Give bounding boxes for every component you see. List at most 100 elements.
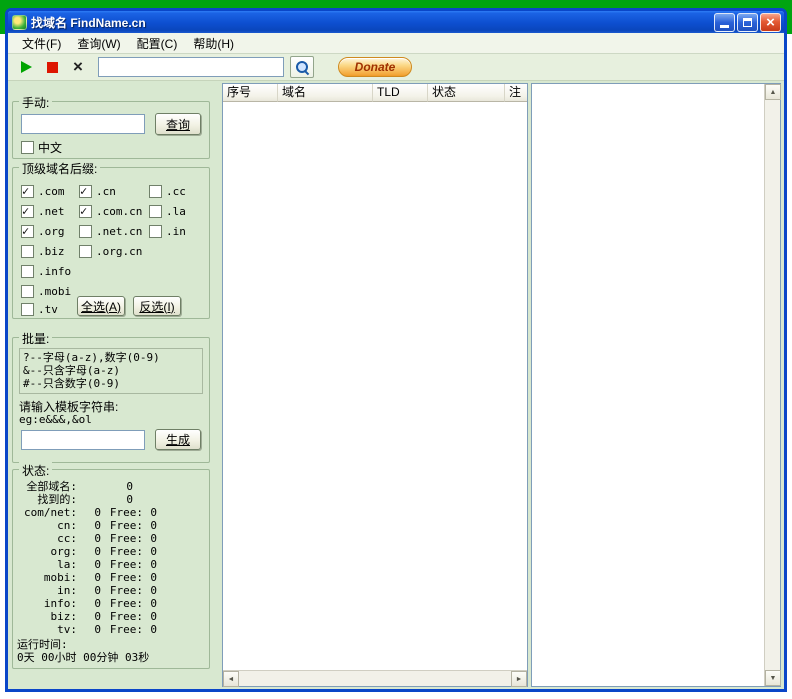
scroll-left-button[interactable]: ◄ — [223, 671, 239, 687]
column-header-domain[interactable]: 域名 — [278, 84, 373, 102]
scroll-down-button[interactable]: ▼ — [765, 670, 781, 686]
tld-checkbox[interactable] — [21, 225, 34, 238]
window-title: 找域名 FindName.cn — [31, 14, 714, 31]
chinese-checkbox-item[interactable]: 中文 — [21, 140, 62, 154]
status-row: cc:0Free:0 — [17, 532, 205, 545]
tld-label: .net.cn — [96, 225, 142, 238]
column-header-register[interactable]: 注 — [505, 84, 527, 102]
status-row: 找到的:0 — [17, 493, 205, 506]
search-button[interactable] — [290, 56, 314, 78]
tld-item[interactable]: .net.cn — [79, 224, 142, 238]
manual-group: 手动: 查询 中文 — [12, 101, 210, 159]
minimize-button[interactable] — [714, 13, 735, 32]
status-row: org:0Free:0 — [17, 545, 205, 558]
tld-label: .la — [166, 205, 186, 218]
tld-item[interactable]: .net — [21, 204, 65, 218]
tld-checkbox[interactable] — [21, 285, 34, 298]
tld-item[interactable]: .org.cn — [79, 244, 142, 258]
tld-item[interactable]: .cc — [149, 184, 186, 198]
tld-label: .org — [38, 225, 65, 238]
column-header-index[interactable]: 序号 — [223, 84, 278, 102]
play-icon — [21, 61, 32, 73]
invert-selection-button[interactable]: 反选(I) — [133, 296, 181, 316]
menu-config[interactable]: 配置(C) — [129, 33, 186, 54]
tld-item[interactable]: .biz — [21, 244, 65, 258]
status-row: info:0Free:0 — [17, 597, 205, 610]
column-header-status[interactable]: 状态 — [428, 84, 505, 102]
tld-item[interactable]: .cn — [79, 184, 116, 198]
tld-checkbox[interactable] — [79, 225, 92, 238]
tld-checkbox[interactable] — [21, 245, 34, 258]
column-header-tld[interactable]: TLD — [373, 84, 428, 102]
horizontal-scroll-track[interactable] — [239, 671, 511, 686]
batch-template-input[interactable] — [21, 430, 145, 450]
magnifier-icon — [296, 61, 309, 74]
clear-icon: × — [73, 59, 83, 75]
tld-checkbox[interactable] — [79, 185, 92, 198]
status-row: cn:0Free:0 — [17, 519, 205, 532]
status-row: biz:0Free:0 — [17, 610, 205, 623]
menu-help[interactable]: 帮助(H) — [185, 33, 242, 54]
tld-item[interactable]: .com.cn — [79, 204, 142, 218]
start-button[interactable] — [16, 57, 36, 77]
tld-item[interactable]: .tv — [21, 302, 58, 316]
tld-item[interactable]: .mobi — [21, 284, 71, 298]
status-row: mobi:0Free:0 — [17, 571, 205, 584]
tld-checkbox[interactable] — [21, 265, 34, 278]
manual-domain-input[interactable] — [21, 114, 145, 134]
batch-group: 批量: ?--字母(a-z),数字(0-9) &--只含字母(a-z) #--只… — [12, 337, 210, 463]
close-button[interactable]: × — [760, 13, 781, 32]
tld-label: .mobi — [38, 285, 71, 298]
tld-checkbox[interactable] — [79, 245, 92, 258]
tld-item[interactable]: .in — [149, 224, 186, 238]
runtime-label: 运行时间: — [17, 638, 205, 651]
tld-checkbox[interactable] — [21, 303, 34, 316]
tld-checkbox[interactable] — [21, 205, 34, 218]
vertical-scroll-track[interactable] — [765, 100, 780, 670]
titlebar[interactable]: 找域名 FindName.cn × — [8, 11, 784, 33]
menu-file[interactable]: 文件(F) — [14, 33, 69, 54]
arrow-right-icon: ► — [516, 676, 523, 683]
clear-button[interactable]: × — [68, 57, 88, 77]
tld-item[interactable]: .la — [149, 204, 186, 218]
donate-button[interactable]: Donate — [338, 57, 412, 77]
select-all-button[interactable]: 全选(A) — [77, 296, 125, 316]
batch-help-line: #--只含数字(0-9) — [23, 377, 199, 390]
tld-label: .in — [166, 225, 186, 238]
menu-bar: 文件(F) 查询(W) 配置(C) 帮助(H) — [8, 33, 784, 54]
batch-help-line: &--只含字母(a-z) — [23, 364, 199, 377]
tld-checkbox[interactable] — [149, 225, 162, 238]
maximize-button[interactable] — [737, 13, 758, 32]
tld-checkbox[interactable] — [79, 205, 92, 218]
main-content: 手动: 查询 中文 顶级域名后缀: .com .cn .cc .net — [8, 81, 784, 689]
tld-item[interactable]: .com — [21, 184, 65, 198]
table-body — [223, 102, 527, 670]
manual-query-button[interactable]: 查询 — [155, 113, 201, 135]
app-window: 找域名 FindName.cn × 文件(F) 查询(W) 配置(C) 帮助(H… — [5, 8, 787, 692]
minimize-icon — [720, 25, 729, 28]
tld-group: 顶级域名后缀: .com .cn .cc .net .com.cn .la — [12, 167, 210, 319]
status-row: tv:0Free:0 — [17, 623, 205, 636]
tld-label: .tv — [38, 303, 58, 316]
status-group: 状态: 全部域名:0 找到的:0 com/net:0Free:0 cn:0Fre… — [12, 469, 210, 669]
scroll-right-button[interactable]: ► — [511, 671, 527, 687]
arrow-down-icon: ▼ — [770, 675, 777, 682]
chinese-checkbox[interactable] — [21, 141, 34, 154]
batch-group-title: 批量: — [19, 330, 52, 347]
toolbar-domain-input[interactable] — [98, 57, 284, 77]
tld-checkbox[interactable] — [149, 205, 162, 218]
status-group-title: 状态: — [19, 462, 52, 479]
arrow-left-icon: ◄ — [228, 676, 235, 683]
tld-item[interactable]: .org — [21, 224, 65, 238]
stop-button[interactable] — [42, 57, 62, 77]
result-panel: ▲ ▼ — [531, 83, 781, 687]
tld-checkbox[interactable] — [149, 185, 162, 198]
horizontal-scrollbar[interactable]: ◄ ► — [223, 670, 527, 686]
tld-checkbox[interactable] — [21, 185, 34, 198]
menu-query[interactable]: 查询(W) — [69, 33, 128, 54]
scroll-up-button[interactable]: ▲ — [765, 84, 781, 100]
vertical-scrollbar[interactable]: ▲ ▼ — [764, 84, 780, 686]
generate-button[interactable]: 生成 — [155, 429, 201, 450]
runtime-value: 0天 00小时 00分钟 03秒 — [17, 651, 205, 664]
tld-item[interactable]: .info — [21, 264, 71, 278]
